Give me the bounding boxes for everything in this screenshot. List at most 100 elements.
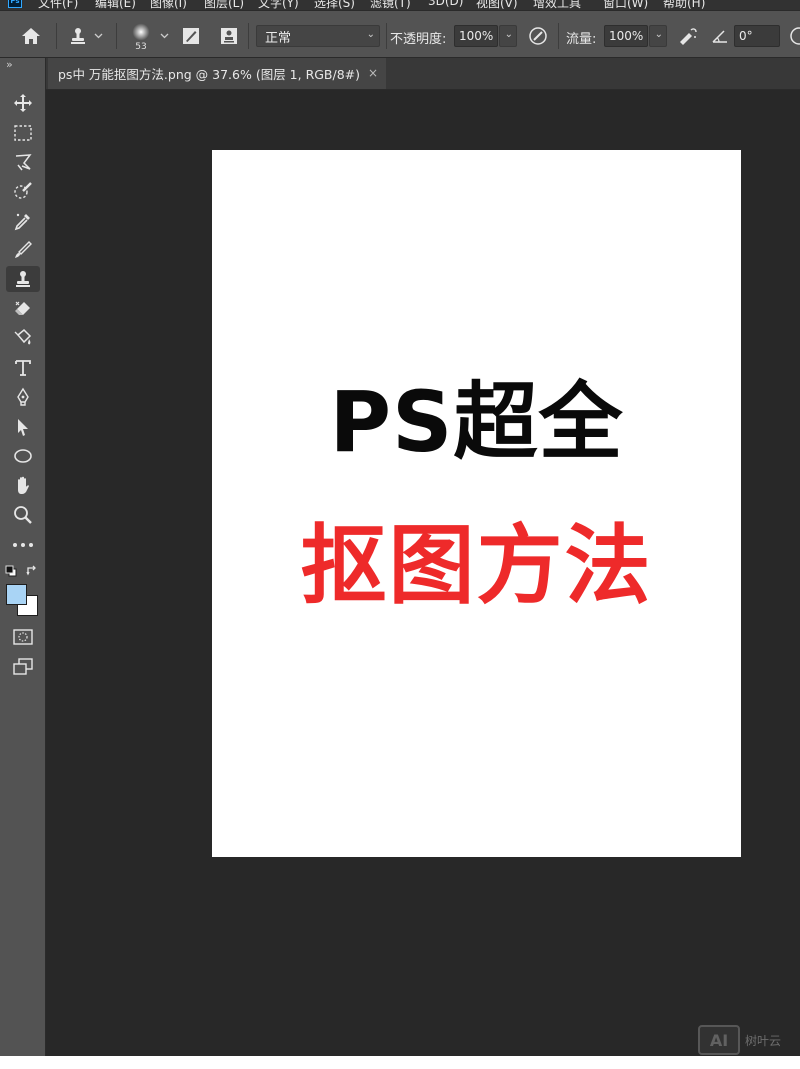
brush-tool[interactable] xyxy=(6,237,40,263)
close-icon[interactable]: × xyxy=(368,66,378,80)
eraser-icon xyxy=(13,299,33,319)
photoshop-logo: Ps xyxy=(8,0,22,8)
ellipse-icon xyxy=(13,448,33,464)
swap-colors-icon xyxy=(26,565,38,577)
angle-input[interactable]: 0° xyxy=(734,25,780,47)
pressure-size-icon xyxy=(789,26,800,46)
rectangular-marquee-tool[interactable] xyxy=(6,120,40,146)
menu-image[interactable]: 图像(I) xyxy=(150,0,187,10)
flow-input[interactable]: 100% xyxy=(604,25,648,47)
flow-label: 流量: xyxy=(566,32,597,47)
brush-panel-icon xyxy=(182,27,200,45)
blend-mode-value: 正常 xyxy=(265,30,292,46)
pressure-opacity-button[interactable] xyxy=(526,25,550,47)
brush-preset-picker[interactable]: 53 xyxy=(128,19,154,55)
clone-source-icon xyxy=(220,27,238,45)
collapse-panel-button[interactable]: » xyxy=(6,58,13,71)
menu-window[interactable]: 窗口(W) xyxy=(603,0,648,10)
chevron-down-icon: ⌄ xyxy=(366,29,375,40)
move-tool[interactable] xyxy=(6,90,40,116)
type-icon xyxy=(14,359,32,377)
more-tools-icon xyxy=(12,542,34,548)
chevron-down-icon: ⌄ xyxy=(504,29,513,40)
brush-size-label: 53 xyxy=(135,41,147,52)
canvas-headline-line1: PS超全 xyxy=(329,373,624,471)
home-icon xyxy=(21,27,41,45)
hand-icon xyxy=(13,475,33,495)
bottom-edge xyxy=(0,1056,800,1069)
workspace: PS超全 抠图方法 xyxy=(46,90,800,1056)
document-tab[interactable]: ps中 万能抠图方法.png @ 37.6% (图层 1, RGB/8#) × xyxy=(48,58,386,89)
options-bar: 53 正常 ⌄ 不透明度: 100% ⌄ 流量: 100% ⌄ 0° xyxy=(0,10,800,58)
pen-icon xyxy=(13,387,33,407)
paint-bucket-tool[interactable] xyxy=(6,325,40,351)
quick-selection-icon xyxy=(13,181,33,201)
brush-angle-control[interactable] xyxy=(708,25,732,47)
brush-icon xyxy=(13,240,33,260)
document-canvas[interactable]: PS超全 抠图方法 xyxy=(212,150,741,857)
foreground-color-swatch[interactable] xyxy=(6,584,27,605)
blend-mode-select[interactable]: 正常 ⌄ xyxy=(256,25,380,47)
home-button[interactable] xyxy=(18,25,44,47)
lasso-icon xyxy=(13,152,33,172)
watermark-badge: AI xyxy=(698,1025,740,1055)
quick-selection-tool[interactable] xyxy=(6,178,40,204)
menu-layer[interactable]: 图层(L) xyxy=(204,0,244,10)
quick-mask-icon xyxy=(13,629,33,645)
menu-select[interactable]: 选择(S) xyxy=(314,0,355,10)
eyedropper-tool[interactable] xyxy=(6,208,40,234)
move-icon xyxy=(13,93,33,113)
toggle-clone-source-button[interactable] xyxy=(218,25,240,47)
menu-bar: Ps 文件(F) 编辑(E) 图像(I) 图层(L) 文字(Y) 选择(S) 滤… xyxy=(0,0,800,10)
canvas-headline-line2: 抠图方法 xyxy=(300,516,653,616)
brush-preset-icon xyxy=(132,23,150,41)
clone-stamp-tool[interactable] xyxy=(6,266,40,292)
document-tab-title: ps中 万能抠图方法.png @ 37.6% (图层 1, RGB/8#) xyxy=(58,67,361,82)
pressure-size-button[interactable] xyxy=(788,25,800,47)
swap-colors-button[interactable] xyxy=(26,565,38,577)
airbrush-button[interactable] xyxy=(676,25,700,47)
tools-panel: » xyxy=(0,58,46,1058)
brush-preset-dropdown[interactable] xyxy=(158,29,170,43)
opacity-slider-toggle[interactable]: ⌄ xyxy=(499,25,517,47)
clone-stamp-icon xyxy=(69,27,87,45)
hand-tool[interactable] xyxy=(6,472,40,498)
pressure-opacity-icon xyxy=(528,26,548,46)
lasso-tool[interactable] xyxy=(6,149,40,175)
tool-preset-dropdown[interactable] xyxy=(92,29,104,43)
eyedropper-icon xyxy=(13,211,33,231)
menu-plugins[interactable]: 增效工具 xyxy=(533,0,581,10)
chevron-down-icon xyxy=(160,33,169,39)
opacity-input[interactable]: 100% xyxy=(454,25,498,47)
airbrush-icon xyxy=(677,26,699,46)
menu-3d[interactable]: 3D(D) xyxy=(428,0,463,8)
eraser-tool[interactable] xyxy=(6,296,40,322)
quick-mask-button[interactable] xyxy=(6,624,40,650)
flow-slider-toggle[interactable]: ⌄ xyxy=(649,25,667,47)
path-selection-tool[interactable] xyxy=(6,414,40,440)
tool-preset-picker[interactable] xyxy=(66,25,90,47)
screen-mode-button[interactable] xyxy=(6,654,40,680)
pen-tool[interactable] xyxy=(6,384,40,410)
menu-help[interactable]: 帮助(H) xyxy=(663,0,705,10)
menu-filter[interactable]: 滤镜(T) xyxy=(370,0,411,10)
opacity-label: 不透明度: xyxy=(390,32,447,47)
menu-view[interactable]: 视图(V) xyxy=(476,0,518,10)
edit-toolbar-button[interactable] xyxy=(6,532,40,558)
menu-edit[interactable]: 编辑(E) xyxy=(95,0,136,10)
zoom-tool[interactable] xyxy=(6,502,40,528)
chevron-down-icon: ⌄ xyxy=(654,29,663,40)
menu-file[interactable]: 文件(F) xyxy=(38,0,78,10)
type-tool[interactable] xyxy=(6,355,40,381)
default-colors-button[interactable] xyxy=(5,565,17,577)
ellipse-tool[interactable] xyxy=(6,443,40,469)
menu-type[interactable]: 文字(Y) xyxy=(258,0,299,10)
document-tab-bar: ps中 万能抠图方法.png @ 37.6% (图层 1, RGB/8#) × xyxy=(46,58,800,90)
clone-stamp-tool-icon xyxy=(14,270,32,288)
angle-icon xyxy=(711,28,729,44)
screen-mode-icon xyxy=(13,658,33,676)
zoom-icon xyxy=(13,505,33,525)
toggle-brush-panel-button[interactable] xyxy=(180,25,202,47)
default-colors-icon xyxy=(5,565,17,577)
marquee-icon xyxy=(13,124,33,142)
